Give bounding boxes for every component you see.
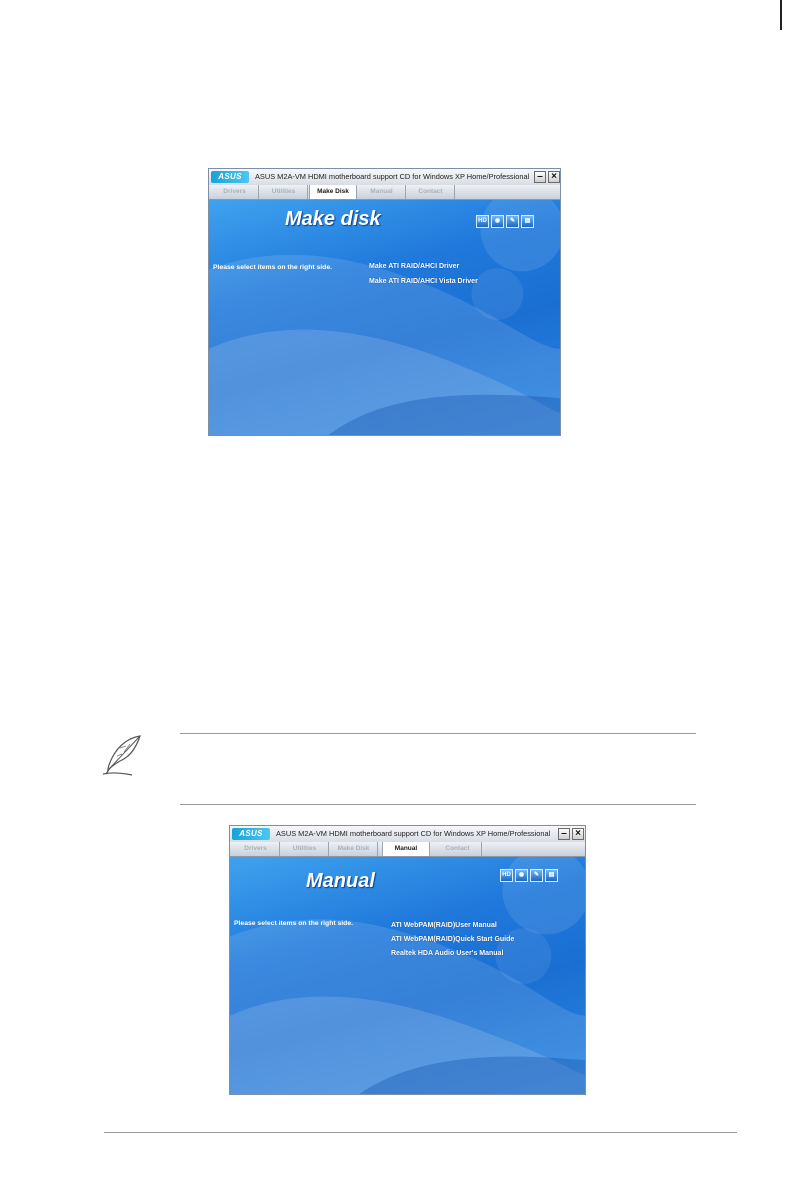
menu-item-webpam-user-manual[interactable]: ATI WebPAM(RAID)User Manual bbox=[391, 922, 497, 929]
tab-bar: Drivers Utilities Make Disk Manual Conta… bbox=[230, 842, 585, 857]
asus-logo: ASUS bbox=[232, 828, 270, 840]
close-button[interactable]: × bbox=[572, 828, 584, 840]
instruction-text: Please select items on the right side. bbox=[234, 920, 353, 927]
close-button[interactable]: × bbox=[548, 171, 560, 183]
wrench-icon[interactable]: ✎ bbox=[530, 869, 543, 882]
tab-make-disk[interactable]: Make Disk bbox=[309, 185, 357, 199]
note-bottom-rule bbox=[180, 804, 696, 805]
cd-icon[interactable]: ◉ bbox=[491, 215, 504, 228]
file-icon[interactable]: ▤ bbox=[521, 215, 534, 228]
window-title: ASUS M2A-VM HDMI motherboard support CD … bbox=[255, 172, 530, 181]
window-title: ASUS M2A-VM HDMI motherboard support CD … bbox=[276, 829, 551, 838]
note-quill-icon bbox=[102, 735, 141, 776]
hd-icon[interactable]: HD bbox=[500, 869, 513, 882]
tab-drivers[interactable]: Drivers bbox=[211, 185, 259, 199]
content-panel: Manual HD ◉ ✎ ▤ Please select items on t… bbox=[230, 857, 585, 1094]
title-bar: ASUS ASUS M2A-VM HDMI motherboard suppor… bbox=[209, 169, 560, 185]
support-cd-window-manual: ASUS ASUS M2A-VM HDMI motherboard suppor… bbox=[229, 825, 586, 1095]
tab-utilities[interactable]: Utilities bbox=[260, 185, 308, 199]
content-panel: Make disk HD ◉ ✎ ▤ Please select items o… bbox=[209, 200, 560, 435]
toolbar-icons: HD ◉ ✎ ▤ bbox=[500, 869, 558, 882]
tab-contact[interactable]: Contact bbox=[407, 185, 455, 199]
background-swoosh bbox=[230, 857, 585, 1094]
toolbar-icons: HD ◉ ✎ ▤ bbox=[476, 215, 534, 228]
tab-manual[interactable]: Manual bbox=[382, 842, 430, 856]
page-edge-mark bbox=[780, 0, 782, 30]
menu-item-make-ati-raid-ahci-vista-driver[interactable]: Make ATI RAID/AHCI Vista Driver bbox=[369, 278, 478, 285]
tab-manual[interactable]: Manual bbox=[358, 185, 406, 199]
support-cd-window-make-disk: ASUS ASUS M2A-VM HDMI motherboard suppor… bbox=[208, 168, 561, 436]
asus-logo: ASUS bbox=[211, 171, 249, 183]
tab-bar: Drivers Utilities Make Disk Manual Conta… bbox=[209, 185, 560, 200]
tab-drivers[interactable]: Drivers bbox=[232, 842, 280, 856]
title-bar: ASUS ASUS M2A-VM HDMI motherboard suppor… bbox=[230, 826, 585, 842]
cd-icon[interactable]: ◉ bbox=[515, 869, 528, 882]
wrench-icon[interactable]: ✎ bbox=[506, 215, 519, 228]
menu-item-realtek-audio-manual[interactable]: Realtek HDA Audio User's Manual bbox=[391, 950, 503, 957]
footer-rule bbox=[104, 1132, 737, 1133]
minimize-button[interactable]: – bbox=[534, 171, 546, 183]
instruction-text: Please select items on the right side. bbox=[213, 264, 332, 271]
menu-item-webpam-quick-start-guide[interactable]: ATI WebPAM(RAID)Quick Start Guide bbox=[391, 936, 514, 943]
note-top-rule bbox=[180, 733, 696, 734]
file-icon[interactable]: ▤ bbox=[545, 869, 558, 882]
tab-utilities[interactable]: Utilities bbox=[281, 842, 329, 856]
tab-contact[interactable]: Contact bbox=[434, 842, 482, 856]
menu-item-make-ati-raid-ahci-driver[interactable]: Make ATI RAID/AHCI Driver bbox=[369, 263, 459, 270]
background-swoosh bbox=[209, 200, 560, 435]
hd-icon[interactable]: HD bbox=[476, 215, 489, 228]
page-heading: Manual bbox=[306, 870, 375, 892]
minimize-button[interactable]: – bbox=[558, 828, 570, 840]
page-heading: Make disk bbox=[285, 208, 381, 230]
tab-make-disk[interactable]: Make Disk bbox=[330, 842, 378, 856]
